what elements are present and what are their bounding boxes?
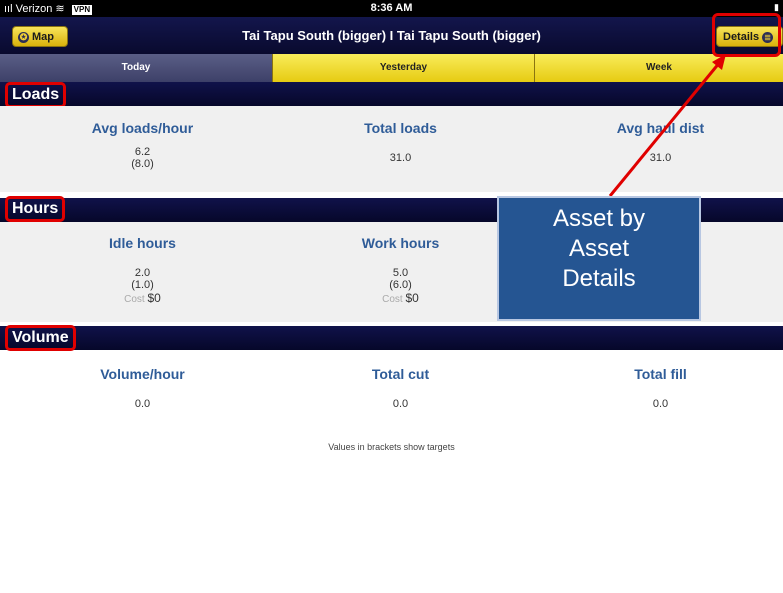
- asset-details-callout: Asset by Asset Details: [497, 196, 701, 321]
